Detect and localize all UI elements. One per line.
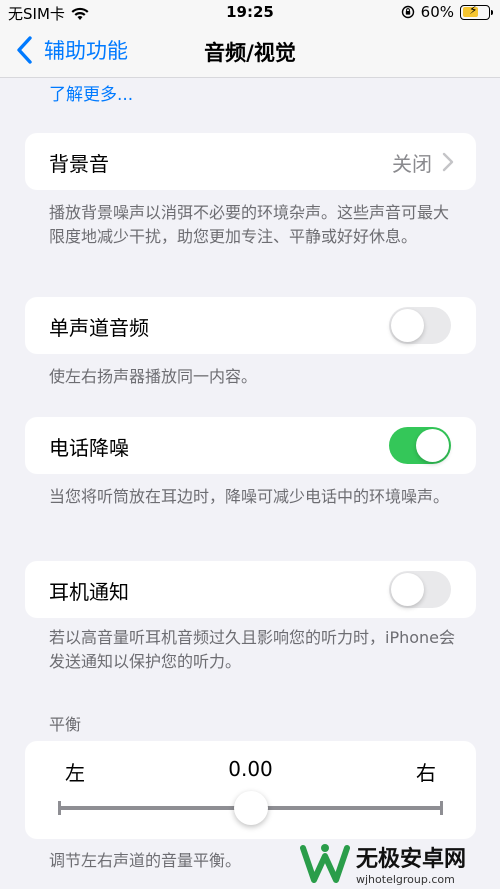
slider-tick-right: [440, 801, 443, 815]
toggle-knob: [391, 573, 424, 606]
orientation-lock-icon: [401, 5, 414, 19]
balance-right-label: 右: [416, 761, 436, 785]
battery-percent: 60%: [420, 3, 454, 21]
toggle-knob: [416, 429, 449, 462]
phone-noise-label: 电话降噪: [49, 436, 129, 460]
toggle-knob: [391, 309, 424, 342]
phone-noise-row: 电话降噪: [25, 417, 476, 474]
navigation-bar: 辅助功能 音频/视觉: [0, 26, 500, 78]
learn-more-link[interactable]: 了解更多...: [49, 80, 133, 105]
status-right: 60% ⚡: [401, 2, 493, 21]
balance-slider-thumb[interactable]: [234, 791, 268, 825]
mono-audio-label: 单声道音频: [49, 316, 149, 340]
background-sound-footer: 播放背景噪声以消弭不必要的环境杂声。这些声音可最大限度地减少干扰，助您更加专注、…: [49, 203, 450, 246]
balance-group: 左 0.00 右: [25, 741, 476, 839]
watermark: 无极安卓网 wjhotelgroup.com: [300, 838, 500, 889]
phone-noise-footer: 当您将听筒放在耳边时，降噪可减少电话中的环境噪声。: [49, 487, 450, 506]
watermark-title: 无极安卓网: [356, 847, 467, 872]
watermark-url: wjhotelgroup.com: [356, 873, 455, 886]
mono-audio-row: 单声道音频: [25, 297, 476, 354]
mono-audio-footer: 使左右扬声器播放同一内容。: [49, 367, 258, 386]
chevron-right-icon: [442, 152, 454, 172]
mono-audio-toggle[interactable]: [389, 307, 451, 344]
watermark-text: 无极安卓网 wjhotelgroup.com: [356, 841, 466, 886]
headphone-notifications-label: 耳机通知: [49, 580, 129, 604]
phone-noise-toggle[interactable]: [389, 427, 451, 464]
headphone-notifications-row: 耳机通知: [25, 561, 476, 618]
background-sound-label: 背景音: [49, 152, 109, 176]
battery-icon: ⚡: [460, 2, 493, 20]
balance-value: 0.00: [228, 757, 273, 781]
headphone-notifications-footer: 若以高音量听耳机音频过久且影响您的听力时，iPhone会发送通知以保护您的听力。: [49, 628, 456, 671]
headphone-notifications-toggle[interactable]: [389, 571, 451, 608]
charging-bolt-icon: ⚡: [469, 2, 478, 17]
slider-tick-left: [58, 801, 61, 815]
background-sound-value: 关闭: [392, 152, 432, 176]
status-bar: 无SIM卡 19:25 60% ⚡: [0, 0, 500, 26]
background-sound-row[interactable]: 背景音 关闭: [25, 133, 476, 190]
balance-header: 平衡: [49, 715, 82, 734]
watermark-logo-icon: [300, 843, 350, 883]
page-title: 音频/视觉: [204, 41, 296, 65]
